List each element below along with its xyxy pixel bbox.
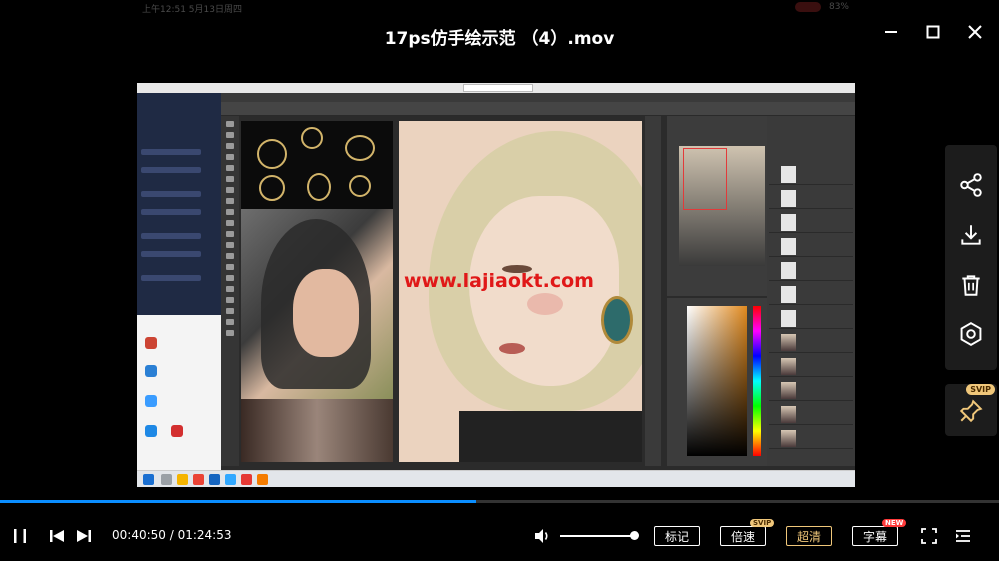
- maximize-icon[interactable]: [923, 22, 943, 42]
- close-icon[interactable]: [965, 22, 985, 42]
- desktop-app-icon: [145, 395, 157, 407]
- pin-button[interactable]: SVIP: [945, 384, 997, 436]
- chat-message: [141, 209, 201, 215]
- chat-message: [141, 149, 201, 155]
- svip-badge: SVIP: [966, 384, 995, 395]
- gear-icon[interactable]: [958, 321, 984, 347]
- seek-bar[interactable]: [0, 500, 999, 503]
- seek-bar-played: [0, 500, 476, 503]
- ps-toolbar: [221, 116, 239, 466]
- chat-message: [141, 275, 201, 281]
- earring: [601, 296, 633, 344]
- ps-navigator-panel: [667, 116, 777, 296]
- minimize-icon[interactable]: [881, 22, 901, 42]
- chat-message: [141, 233, 201, 239]
- desktop-app-icon: [171, 425, 183, 437]
- record-indicator: [794, 2, 821, 12]
- photo-reference-image: [241, 209, 393, 399]
- volume-icon[interactable]: [531, 525, 553, 547]
- desktop-app-icon: [145, 365, 157, 377]
- trash-icon[interactable]: [958, 272, 984, 298]
- side-action-panel: [945, 145, 997, 370]
- fabric-reference-image: [241, 399, 393, 462]
- volume-slider[interactable]: [560, 535, 634, 537]
- share-icon[interactable]: [958, 172, 984, 198]
- time-display: 00:40:50 / 01:24:53: [112, 528, 231, 542]
- playlist-icon[interactable]: [953, 526, 973, 546]
- ps-menubar: [221, 93, 855, 102]
- subtitle-new-badge: NEW: [882, 519, 907, 527]
- system-status-time: 上午12:51 5月13日周四: [142, 5, 242, 15]
- desktop-app-icon: [145, 425, 157, 437]
- ps-color-picker: [667, 298, 777, 466]
- current-time: 00:40:50: [112, 528, 166, 542]
- chat-message: [141, 167, 201, 173]
- download-icon[interactable]: [958, 222, 984, 248]
- windows-taskbar: [137, 470, 855, 487]
- volume-slider-knob[interactable]: [630, 531, 639, 540]
- ps-side-toolstrip: [645, 116, 661, 466]
- time-separator: /: [165, 528, 178, 542]
- jewelry-reference-image: [241, 121, 393, 209]
- speed-button[interactable]: 倍速: [720, 526, 766, 546]
- desktop-area: [137, 315, 221, 470]
- battery-level: 83%: [828, 2, 849, 12]
- subtitle-button[interactable]: 字幕: [852, 526, 898, 546]
- speed-svip-badge: SVIP: [750, 519, 775, 527]
- ps-layers-panel: [767, 116, 855, 466]
- reference-document: [241, 121, 393, 462]
- pin-icon: [958, 398, 984, 424]
- skip-next-icon[interactable]: [74, 526, 94, 546]
- fullscreen-icon[interactable]: [919, 526, 939, 546]
- chat-panel: [137, 93, 221, 315]
- ps-title-tab: [463, 84, 533, 92]
- chat-message: [141, 191, 201, 197]
- watermark-text: www.lajiaokt.com: [404, 270, 594, 292]
- chat-message: [141, 251, 201, 257]
- desktop-app-icon: [145, 337, 157, 349]
- quality-button[interactable]: 超清: [786, 526, 832, 546]
- window-controls: [881, 22, 985, 42]
- system-status-right: 83%: [794, 2, 849, 12]
- video-player-window: 上午12:51 5月13日周四 83% 17ps仿手绘示范 （4）.mov ww…: [0, 0, 999, 561]
- ps-options-bar: [221, 102, 855, 116]
- bookmark-button[interactable]: 标记: [654, 526, 700, 546]
- total-time: 01:24:53: [177, 528, 232, 542]
- pause-icon[interactable]: [10, 526, 30, 546]
- video-title: 17ps仿手绘示范 （4）.mov: [384, 29, 615, 49]
- ps-window-titlebar: [137, 83, 855, 93]
- skip-previous-icon[interactable]: [47, 526, 67, 546]
